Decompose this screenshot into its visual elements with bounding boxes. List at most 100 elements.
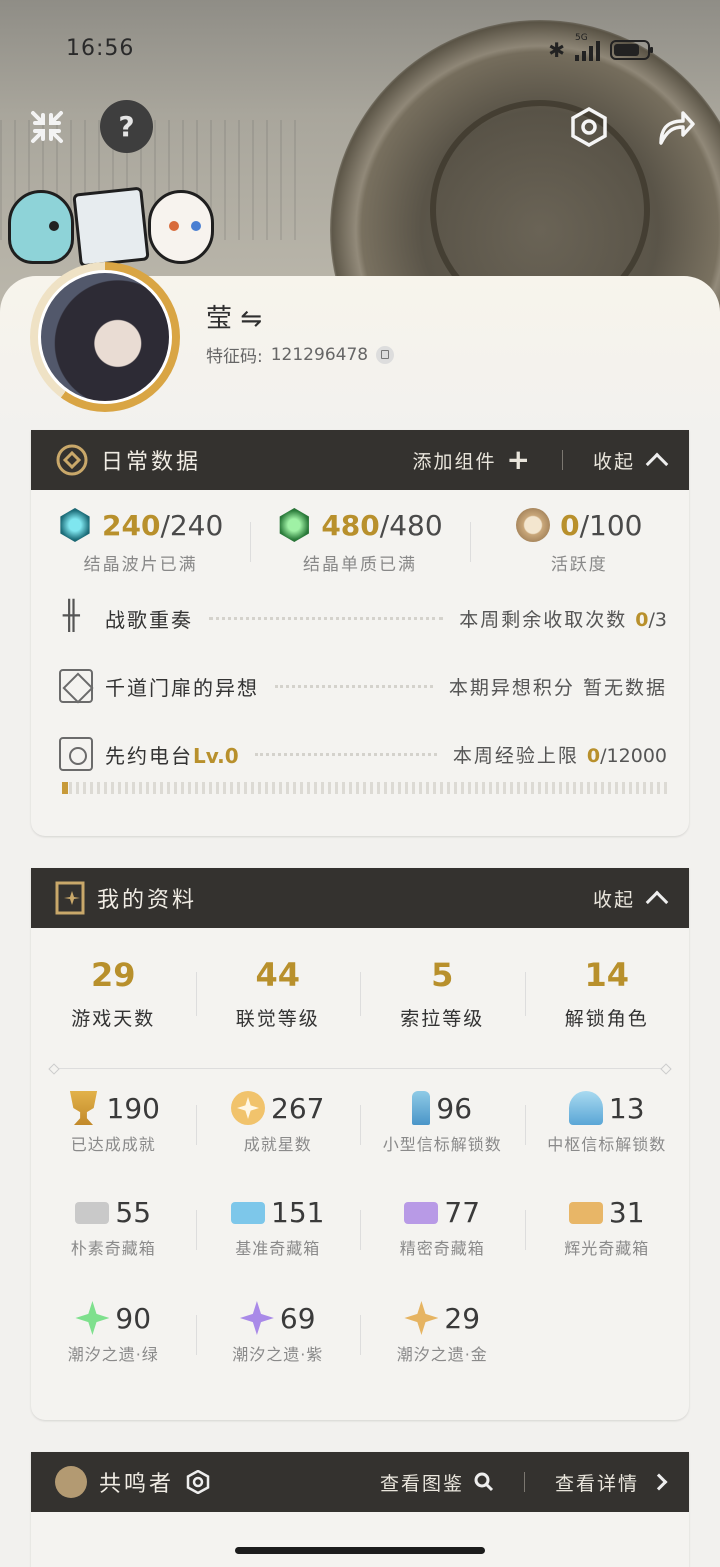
exquisite-chest-icon: [404, 1201, 439, 1224]
resource-max: /240: [160, 508, 224, 542]
radiant-chest-icon: [568, 1201, 603, 1224]
battery-icon: [610, 40, 653, 60]
status-time: 16:56: [66, 36, 135, 61]
signal-icon: 5G: [575, 33, 600, 61]
help-button[interactable]: ?: [100, 100, 153, 153]
search-icon: [474, 1472, 494, 1492]
info-collapse-label: 收起: [592, 888, 635, 911]
activity-coin-icon: [516, 508, 551, 542]
gold-tide-star-icon: [404, 1301, 439, 1335]
view-codex-button[interactable]: 查看图鉴: [380, 1469, 494, 1496]
avatar: [38, 270, 172, 404]
divider: [53, 1068, 667, 1069]
stats-grid: 190 已达成成就 267 成就星数 96 小型信标解锁数 13 中枢信标解锁数 55 朴…: [31, 1069, 689, 1402]
stat-cell[interactable]: 55 朴素奇藏箱: [31, 1192, 196, 1297]
daily-data-header: 日常数据 添加组件 + 收起: [31, 430, 689, 490]
stat-cell[interactable]: 90 潮汐之遗·绿: [31, 1297, 196, 1402]
task-name: 战歌重奏: [105, 607, 193, 632]
stat-sol-level: 5 索拉等级: [360, 956, 525, 1052]
task-row-battle-song[interactable]: 战歌重奏 本周剩余收取次数 0/3: [31, 584, 689, 652]
avatar-frame[interactable]: [30, 262, 180, 412]
daily-data-icon: [56, 444, 88, 476]
copy-icon[interactable]: [376, 345, 395, 364]
daily-data-title: 日常数据: [101, 450, 202, 475]
bird-sticker: [8, 190, 74, 264]
settings-icon[interactable]: [186, 1470, 210, 1494]
task-info: 本期异想积分 暂无数据: [448, 676, 667, 699]
player-id: 特征码: 121296478: [206, 342, 395, 367]
resource-item[interactable]: 0/100 活跃度: [469, 508, 689, 584]
stat-cell[interactable]: 190 已达成成就: [31, 1087, 196, 1192]
resonators-title: 共鸣者: [99, 1472, 175, 1497]
stat-cell[interactable]: 96 小型信标解锁数: [360, 1087, 525, 1192]
resource-current: 240: [101, 508, 161, 542]
daily-collapse-label: 收起: [592, 450, 635, 473]
hub-beacon-icon: [568, 1091, 603, 1125]
daily-collapse-button[interactable]: 收起: [592, 447, 669, 476]
view-details-button[interactable]: 查看详情: [554, 1469, 668, 1496]
creature-sticker: [148, 190, 214, 264]
add-widget-button[interactable]: 添加组件 +: [413, 446, 532, 474]
home-indicator[interactable]: [235, 1547, 485, 1554]
radio-progress-bar: [62, 782, 667, 794]
task-name: 先约电台Lv.0: [105, 743, 239, 768]
resource-row: 240/240 结晶波片已满 480/480 结晶单质已满 0/100 活跃度: [31, 490, 689, 584]
standard-chest-icon: [231, 1201, 266, 1224]
chevron-up-icon: [645, 452, 669, 476]
paper-sticker: [72, 186, 150, 268]
plus-icon: +: [506, 443, 532, 476]
small-beacon-icon: [412, 1091, 431, 1125]
stat-cell[interactable]: 69 潮汐之遗·紫: [195, 1297, 361, 1402]
stat-cell[interactable]: 151 基准奇藏箱: [195, 1192, 361, 1297]
add-widget-label: 添加组件: [412, 450, 497, 473]
resource-label: 结晶单质已满: [302, 555, 417, 575]
stat-cell[interactable]: 267 成就星数: [195, 1087, 361, 1192]
resource-max: /480: [379, 508, 443, 542]
stat-cell[interactable]: 29 潮汐之遗·金: [360, 1297, 525, 1402]
chevron-up-icon: [645, 890, 669, 914]
collapse-icon[interactable]: [26, 106, 68, 148]
task-info: 本周经验上限 0/12000: [452, 744, 667, 767]
task-name: 千道门扉的异想: [105, 675, 259, 700]
status-icons: ✱ 5G: [548, 33, 653, 62]
stat-cell[interactable]: 31 辉光奇藏箱: [524, 1192, 690, 1297]
player-id-label: 特征码:: [206, 347, 263, 367]
gate-icon: [59, 669, 93, 703]
stat-cell[interactable]: 13 中枢信标解锁数: [524, 1087, 690, 1192]
task-info: 本周剩余收取次数 0/3: [459, 608, 667, 631]
resonator-avatar-icon: [55, 1466, 87, 1498]
player-name: 莹 ⇋: [206, 304, 263, 334]
info-collapse-button[interactable]: 收起: [592, 885, 669, 914]
purple-tide-star-icon: [239, 1301, 274, 1335]
view-codex-label: 查看图鉴: [379, 1472, 464, 1495]
stat-union-level: 44 联觉等级: [195, 956, 361, 1052]
resource-label: 结晶波片已满: [83, 555, 198, 575]
radio-icon: [59, 737, 93, 771]
bluetooth-icon: ✱: [548, 38, 565, 62]
task-row-radio[interactable]: 先约电台Lv.0 本周经验上限 0/12000: [31, 720, 689, 794]
resource-max: /100: [579, 508, 643, 542]
resource-item[interactable]: 480/480 结晶单质已满: [250, 508, 469, 584]
resonators-header: 共鸣者 查看图鉴 查看详情: [31, 1452, 689, 1512]
trophy-icon: [69, 1091, 98, 1125]
my-info-panel: 我的资料 收起 29 游戏天数 44 联觉等级 5 索拉等级 14 解锁角色 190 已达…: [31, 868, 689, 1420]
resource-current: 480: [321, 508, 380, 542]
settings-icon[interactable]: [566, 104, 612, 150]
resource-current: 0: [560, 508, 580, 542]
basic-chest-icon: [75, 1201, 110, 1224]
task-row-gates[interactable]: 千道门扉的异想 本期异想积分 暂无数据: [31, 652, 689, 720]
blue-crystal-icon: [60, 508, 90, 542]
share-icon[interactable]: [652, 104, 698, 150]
sticker-row: [8, 186, 214, 268]
battle-song-icon: [59, 599, 93, 635]
my-info-title: 我的资料: [97, 888, 198, 913]
top-stats: 29 游戏天数 44 联觉等级 5 索拉等级 14 解锁角色: [31, 928, 689, 1052]
stat-game-days: 29 游戏天数: [71, 956, 156, 1030]
my-info-header: 我的资料 收起: [31, 868, 689, 928]
resource-item[interactable]: 240/240 结晶波片已满: [31, 508, 250, 584]
achievement-star-icon: [231, 1091, 266, 1125]
stat-cell[interactable]: 77 精密奇藏箱: [360, 1192, 525, 1297]
green-tide-star-icon: [75, 1301, 110, 1335]
view-details-label: 查看详情: [554, 1472, 639, 1495]
green-crystal-icon: [279, 508, 309, 542]
